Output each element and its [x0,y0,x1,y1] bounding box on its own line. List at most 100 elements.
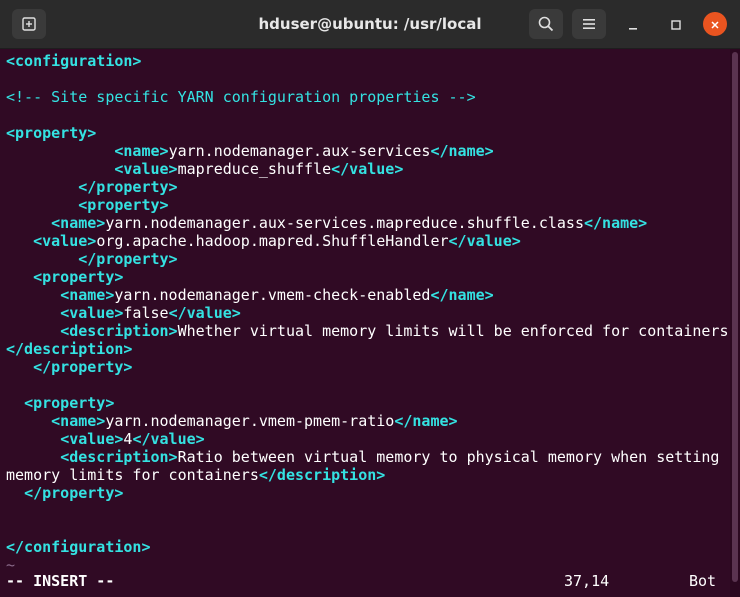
text-content: yarn.nodemanager.vmem-pmem-ratio [105,412,395,430]
editor-line[interactable]: <value>org.apache.hadoop.mapred.ShuffleH… [6,232,521,250]
editor-line[interactable]: <property> [6,124,96,142]
cursor-position: 37,14 [564,572,610,590]
editor-line[interactable]: <!-- Site specific YARN configuration pr… [6,88,476,106]
xml-tag: </description> [258,466,386,484]
close-icon [710,15,720,34]
xml-tag: <value> [114,160,178,178]
text-content [6,322,60,340]
editor-line[interactable]: <property> [6,268,123,286]
xml-tag: <property> [24,394,115,412]
hamburger-menu-icon [582,18,596,30]
xml-tag: <value> [60,430,124,448]
xml-tag: </name> [430,142,494,160]
text-content [6,268,33,286]
xml-tag: </description> [6,340,133,358]
text-content: Ratio between virtual memory to physical… [177,448,720,466]
minimize-icon [628,15,638,34]
text-content [6,394,24,412]
editor-line[interactable]: <name>yarn.nodemanager.vmem-pmem-ratio</… [6,412,458,430]
editor-line[interactable]: <name>yarn.nodemanager.aux-services.mapr… [6,214,647,232]
text-content: mapreduce_shuffle [177,160,332,178]
editor-line[interactable]: </property> [6,250,178,268]
editor-line[interactable]: <name>yarn.nodemanager.vmem-check-enable… [6,286,494,304]
text-content: org.apache.hadoop.mapred.ShuffleHandler [96,232,449,250]
editor-line[interactable]: <value>mapreduce_shuffle</value> [6,160,403,178]
editor-line[interactable]: </configuration> [6,538,151,556]
xml-tag: <value> [60,304,124,322]
editor-line[interactable]: </property> [6,358,132,376]
text-content [6,286,60,304]
editor-line[interactable]: <value>4</value> [6,430,205,448]
text-content [6,412,51,430]
xml-tag: </value> [331,160,404,178]
editor-line[interactable]: <description>Ratio between virtual memor… [6,448,719,466]
editor-line[interactable]: </description> [6,340,132,358]
xml-tag: </property> [33,358,133,376]
new-tab-button[interactable] [12,9,46,39]
text-content: yarn.nodemanager.aux-services [168,142,431,160]
editor-line[interactable]: memory limits for containers</descriptio… [6,466,385,484]
text-content [6,358,33,376]
text-content: memory limits for containers [6,466,259,484]
text-content: Whether virtual memory limits will be en… [177,322,729,340]
xml-tag: </name> [430,286,494,304]
editor-line[interactable]: <configuration> [6,52,141,70]
text-content [6,142,114,160]
xml-tag: <property> [6,124,97,142]
xml-tag: <name> [51,412,106,430]
editor-line[interactable]: <property> [6,196,169,214]
text-content [6,196,78,214]
text-content [6,160,114,178]
maximize-button[interactable] [664,12,688,36]
xml-tag: <name> [60,286,115,304]
xml-tag: <name> [114,142,169,160]
xml-tag: <configuration> [6,52,142,70]
xml-tag: </configuration> [6,538,151,556]
xml-tag: </property> [78,178,178,196]
xml-tag: </value> [168,304,241,322]
editor-line[interactable]: <name>yarn.nodemanager.aux-services</nam… [6,142,494,160]
xml-tag: <description> [60,448,178,466]
minimize-button[interactable] [621,12,645,36]
vim-status-line: -- INSERT -- 37,14 Bot [6,572,726,590]
maximize-icon [671,15,681,34]
xml-comment: <!-- Site specific YARN configuration pr… [6,88,476,106]
terminal-window: hduser@ubuntu: /usr/local <configuration… [0,0,740,597]
new-tab-icon [22,17,36,31]
xml-tag: </value> [132,430,205,448]
xml-tag: <value> [33,232,97,250]
scroll-position: Bot [689,572,717,590]
xml-tag: <property> [78,196,169,214]
text-content [6,232,33,250]
xml-tag: </value> [448,232,521,250]
text-content [6,430,60,448]
search-button[interactable] [529,9,563,39]
text-content [6,250,78,268]
editor-line[interactable]: <description>Whether virtual memory limi… [6,322,728,340]
text-content: yarn.nodemanager.vmem-check-enabled [114,286,431,304]
title-bar: hduser@ubuntu: /usr/local [0,0,740,49]
editor-line[interactable]: <property> [6,394,114,412]
scrollbar-thumb[interactable] [732,52,738,582]
editor-line[interactable]: </property> [6,178,178,196]
close-button[interactable] [703,12,727,36]
text-content [6,484,24,502]
editor-mode: -- INSERT -- [6,572,115,590]
xml-tag: </property> [24,484,124,502]
xml-tag: <description> [60,322,178,340]
text-content [6,178,78,196]
text-content [6,214,51,232]
editor-line[interactable]: </property> [6,484,123,502]
search-icon [538,16,554,32]
xml-tag: </property> [78,250,178,268]
text-content: false [123,304,169,322]
xml-tag: </name> [394,412,458,430]
editor-line[interactable]: <value>false</value> [6,304,241,322]
xml-tag: <name> [51,214,106,232]
xml-tag: </name> [583,214,648,232]
text-content: yarn.nodemanager.aux-services.mapreduce.… [105,214,584,232]
xml-tag: <property> [33,268,124,286]
text-content [6,448,60,466]
text-content [6,304,60,322]
menu-button[interactable] [572,9,606,39]
